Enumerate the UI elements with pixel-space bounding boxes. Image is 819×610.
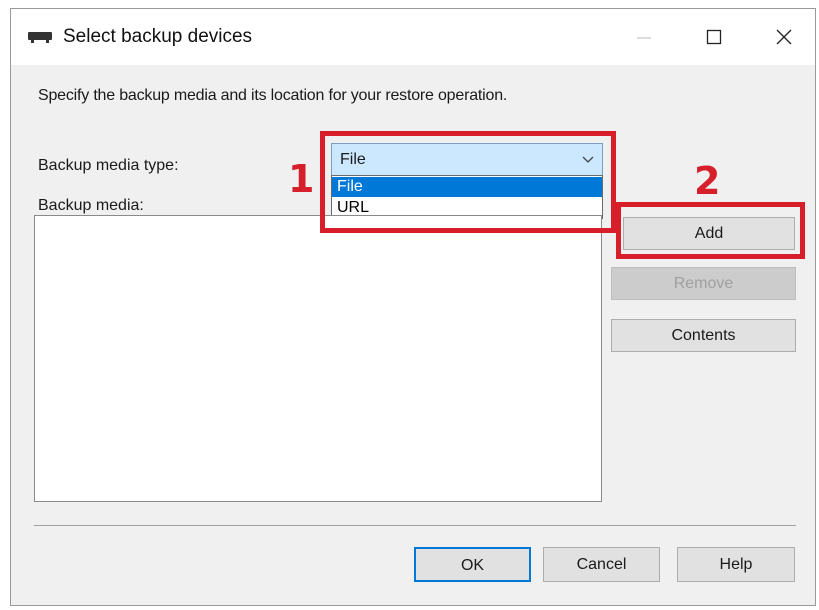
instruction-text: Specify the backup media and its locatio… [38, 87, 508, 104]
close-button[interactable] [759, 9, 809, 65]
maximize-icon [706, 29, 722, 45]
remove-button[interactable]: Remove [611, 267, 796, 300]
annotation-step-1: 1 [288, 157, 315, 201]
annotation-highlight-add [616, 202, 805, 259]
separator [34, 525, 796, 526]
contents-button[interactable]: Contents [611, 319, 796, 352]
maximize-button[interactable] [689, 9, 739, 65]
select-backup-devices-dialog: Select backup devices Specify the backup… [10, 8, 816, 606]
title-bar[interactable]: Select backup devices [11, 9, 815, 65]
annotation-step-2: 2 [694, 159, 721, 203]
annotation-highlight-combo [320, 131, 616, 233]
tape-drive-icon [28, 32, 52, 43]
minimize-icon [637, 37, 651, 39]
ok-button[interactable]: OK [414, 547, 531, 582]
cancel-button[interactable]: Cancel [543, 547, 660, 582]
backup-media-label: Backup media: [38, 197, 144, 214]
backup-media-list[interactable] [34, 215, 602, 502]
backup-media-type-label: Backup media type: [38, 157, 179, 174]
close-icon [776, 29, 792, 45]
window-title: Select backup devices [63, 26, 253, 47]
help-button[interactable]: Help [677, 547, 795, 582]
minimize-button[interactable] [619, 9, 669, 65]
